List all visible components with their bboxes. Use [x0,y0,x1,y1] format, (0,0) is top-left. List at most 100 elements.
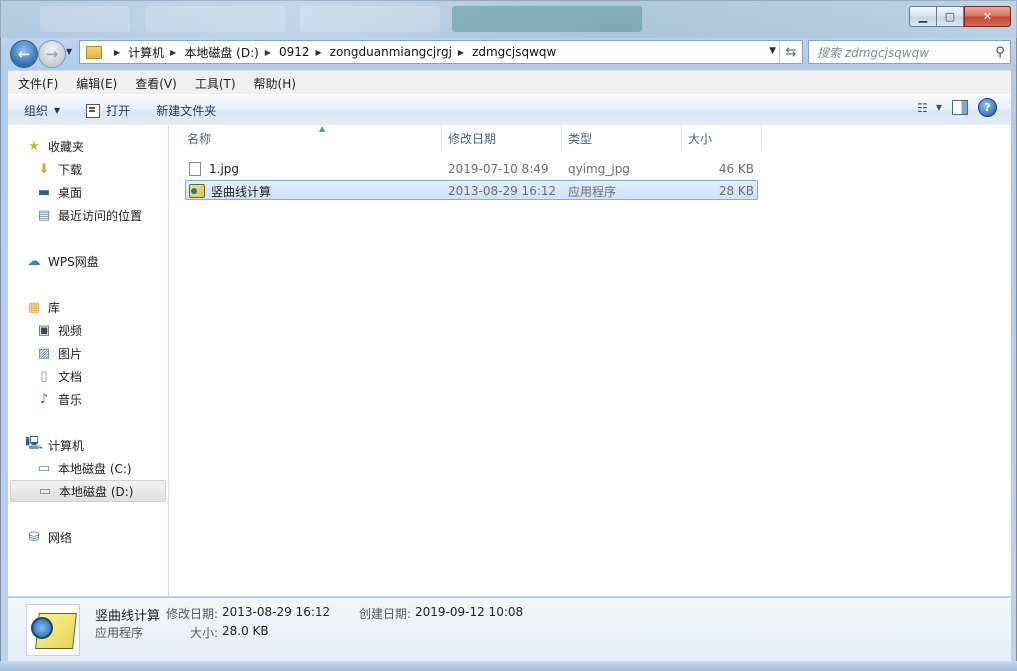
application-large-icon [26,604,80,656]
sidebar-item-videos[interactable]: ▣ 视频 [36,319,82,341]
chevron-down-icon: ▼ [54,106,61,115]
column-header-label: 修改日期 [448,131,497,146]
new-folder-label: 新建文件夹 [156,104,217,118]
search-box[interactable]: 搜索 zdmgcjsqwqw ⚲ [808,40,1011,64]
address-bar[interactable]: ▶ 计算机 ▶ 本地磁盘 (D:) ▶ 0912 ▶ zongduanmiangcjrg… [79,40,803,64]
explorer-window: ▁ ▢ ✕ ← → ▼ ▶ 计算机 ▶ 本地磁盘 (D:) ▶ 0912 ▶ zongd… [0,0,1017,671]
column-header-name[interactable]: 名称 ▲ [181,124,442,151]
help-icon[interactable]: ? [978,98,997,117]
minimize-button[interactable]: ▁ [909,6,936,27]
sidebar-item-label: 最近访问的位置 [58,208,143,223]
back-button[interactable]: ← [10,40,38,68]
video-icon: ▣ [37,322,51,338]
sidebar-item-drive-d[interactable]: ▭ 本地磁盘 (D:) [10,480,166,502]
download-folder-icon: ⬇ [38,161,50,177]
menu-help[interactable]: 帮助(H) [244,75,304,92]
address-dropdown-icon[interactable]: ▼ [769,46,776,56]
file-size: 28 KB [718,184,754,198]
file-name-cell: 1.jpg [189,159,239,179]
sidebar-item-label: 文档 [58,369,83,384]
column-header-type[interactable]: 类型 [562,125,682,151]
breadcrumb-separator-icon[interactable]: ▶ [265,48,271,57]
breadcrumb-zongduan[interactable]: ▶ zongduanmiangcjrgj [310,45,452,59]
caption-buttons: ▁ ▢ ✕ [909,6,1011,27]
sidebar-item-favorites[interactable]: ★ 收藏夹 [26,135,84,157]
toolbar-right: ☷ ▼ ? [917,98,997,117]
change-view-button[interactable]: ☷ ▼ [917,101,942,115]
sidebar-item-label: 音乐 [58,392,83,407]
breadcrumb-label: zongduanmiangcjrgj [329,45,452,59]
column-header-label: 类型 [568,131,593,146]
menu-edit[interactable]: 编辑(E) [66,75,125,92]
background-tab [300,6,440,32]
chevron-down-icon: ▼ [935,103,942,112]
file-modified: 2013-08-29 16:12 [448,184,557,198]
file-row-app[interactable]: 竖曲线计算 2013-08-29 16:12 应用程序 28 KB [185,180,758,200]
sidebar-item-label: 计算机 [48,438,85,453]
recent-places-icon: ▤ [37,207,51,223]
breadcrumb-current-folder[interactable]: ▶ zdmgcjsqwqw [452,45,556,59]
open-button[interactable]: 打开 [80,99,136,123]
details-modified-label: 修改日期: [166,607,219,621]
menu-bar: 文件(F) 编辑(E) 查看(V) 工具(T) 帮助(H) [8,70,1011,95]
details-modified-value: 2013-08-29 16:12 [222,605,331,619]
column-header-size[interactable]: 大小 [682,125,762,151]
details-created-value: 2019-09-12 10:08 [415,605,524,619]
breadcrumb-separator-icon[interactable]: ▶ [458,48,464,57]
sidebar-item-computer[interactable]: 🖳 计算机 [25,434,85,456]
back-arrow-icon: ← [17,45,31,63]
file-name: 1.jpg [209,162,240,176]
breadcrumb-computer[interactable]: ▶ 计算机 [108,44,164,61]
sidebar-item-documents[interactable]: ▯ 文档 [36,365,82,387]
file-name-cell: 竖曲线计算 [189,181,271,201]
details-file-name: 竖曲线计算 [95,609,161,624]
organize-button[interactable]: 组织 ▼ [18,99,66,123]
image-file-icon [189,162,201,176]
maximize-button[interactable]: ▢ [936,6,964,27]
sidebar-item-label: 视频 [58,323,83,338]
breadcrumb-0912[interactable]: ▶ 0912 [259,45,310,59]
forward-arrow-icon: → [45,45,59,63]
sidebar-item-downloads[interactable]: ⬇ 下载 [36,158,82,180]
sidebar-item-desktop[interactable]: ▬ 桌面 [36,181,82,203]
forward-button[interactable]: → [38,40,66,68]
sidebar-item-label: 下载 [58,162,83,177]
menu-file[interactable]: 文件(F) [8,75,66,92]
sidebar-item-label: 桌面 [58,185,83,200]
breadcrumb-separator-icon[interactable]: ▶ [170,48,176,57]
network-icon: ⛁ [28,529,40,545]
sidebar-item-pictures[interactable]: ▨ 图片 [36,342,82,364]
menu-view[interactable]: 查看(V) [125,75,185,92]
sidebar-item-label: 收藏夹 [48,139,85,154]
sidebar-item-label: 库 [48,300,61,315]
column-header-modified[interactable]: 修改日期 [442,125,562,151]
column-header-label: 大小 [688,131,713,146]
background-tab [145,6,285,32]
star-icon: ★ [28,138,40,154]
library-icon: ▦ [27,299,41,315]
menu-tools[interactable]: 工具(T) [185,75,244,92]
close-button[interactable]: ✕ [964,6,1011,27]
search-icon[interactable]: ⚲ [990,45,1010,60]
preview-pane-button[interactable] [952,100,968,115]
sidebar-item-libraries[interactable]: ▦ 库 [26,296,60,318]
breadcrumb-separator-icon[interactable]: ▶ [316,48,322,57]
background-tab [452,6,642,32]
open-icon [86,103,101,118]
sidebar-item-label: WPS网盘 [48,254,99,269]
breadcrumb-label: zdmgcjsqwqw [472,45,557,59]
sidebar-item-network[interactable]: ⛁ 网络 [26,526,72,548]
recent-pages-dropdown[interactable]: ▼ [66,47,72,56]
music-note-icon: ♪ [39,391,49,407]
file-row-jpg[interactable]: 1.jpg 2019-07-10 8:49 qyimg_jpg 46 KB [185,159,758,179]
sidebar-item-wps[interactable]: ☁ WPS网盘 [26,250,99,272]
sidebar-item-drive-c[interactable]: ▭ 本地磁盘 (C:) [36,457,132,479]
breadcrumb-label: 本地磁盘 (D:) [184,45,259,60]
sidebar-item-recent[interactable]: ▤ 最近访问的位置 [36,204,142,226]
refresh-icon[interactable]: ⇆ [779,41,802,63]
new-folder-button[interactable]: 新建文件夹 [150,99,222,123]
search-input[interactable]: 搜索 zdmgcjsqwqw [817,44,990,61]
sidebar-item-music[interactable]: ♪ 音乐 [36,388,82,410]
breadcrumb-separator-icon[interactable]: ▶ [114,48,120,57]
breadcrumb-drive-d[interactable]: ▶ 本地磁盘 (D:) [164,44,259,61]
